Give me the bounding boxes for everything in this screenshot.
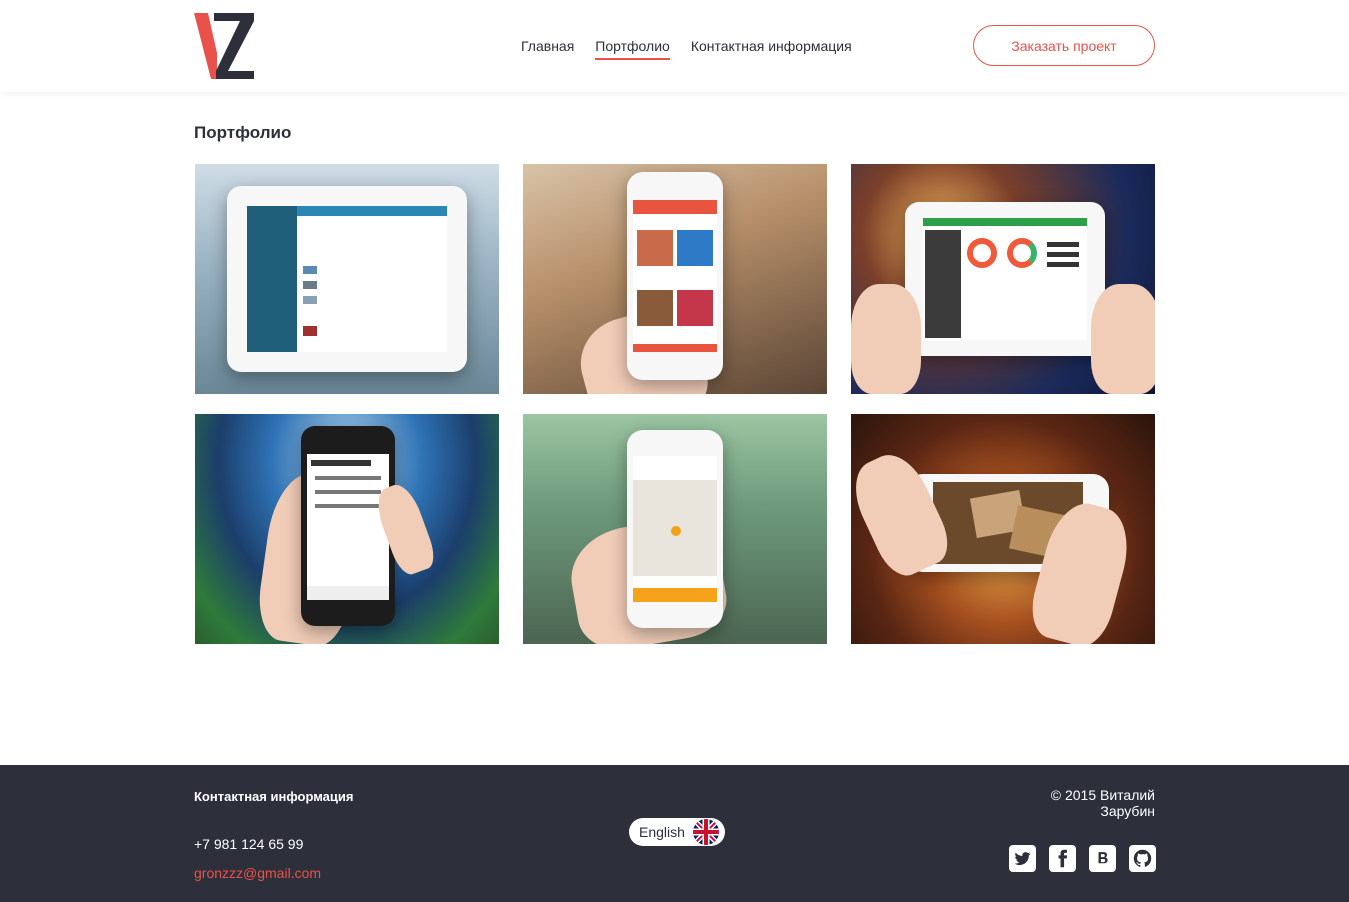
portfolio-item[interactable] <box>851 414 1155 644</box>
footer-phone: +7 981 124 65 99 <box>194 836 304 852</box>
github-icon[interactable] <box>1129 845 1156 872</box>
site-footer: Контактная информация +7 981 124 65 99 g… <box>0 765 1349 902</box>
portfolio-item[interactable] <box>195 414 499 644</box>
footer-email-link[interactable]: gronzzz@gmail.com <box>194 865 321 881</box>
nav-contacts[interactable]: Контактная информация <box>691 38 852 60</box>
portfolio-item[interactable] <box>195 164 499 394</box>
social-links <box>1009 845 1156 872</box>
portfolio-item[interactable] <box>523 414 827 644</box>
facebook-icon[interactable] <box>1049 845 1076 872</box>
vk-icon[interactable] <box>1089 845 1116 872</box>
tablet-dashboard-screenshot-icon <box>905 202 1105 356</box>
phone-upcoming-games-screenshot-icon <box>301 426 395 626</box>
phone-app-screenshot-icon <box>627 172 723 380</box>
logo[interactable] <box>194 13 256 79</box>
language-switcher[interactable]: English <box>629 818 725 846</box>
copyright-text: © 2015 Виталий Зарубин <box>1050 787 1155 819</box>
uk-flag-icon <box>692 819 719 845</box>
order-project-button[interactable]: Заказать проект <box>973 25 1155 66</box>
nav-home[interactable]: Главная <box>521 38 574 60</box>
nav-portfolio[interactable]: Портфолио <box>595 38 670 60</box>
portfolio-item[interactable] <box>851 164 1155 394</box>
site-header: Главная Портфолио Контактная информация … <box>0 0 1349 92</box>
vz-logo-icon <box>194 13 254 79</box>
twitter-icon[interactable] <box>1009 845 1036 872</box>
main-nav: Главная Портфолио Контактная информация <box>521 38 852 60</box>
portfolio-grid <box>195 164 1155 644</box>
footer-contact-title: Контактная информация <box>194 789 354 804</box>
language-label: English <box>639 824 685 840</box>
tablet-app-screenshot-icon <box>227 186 467 372</box>
portfolio-item[interactable] <box>523 164 827 394</box>
page-title: Портфолио <box>194 123 292 142</box>
phone-map-screenshot-icon <box>627 430 723 628</box>
